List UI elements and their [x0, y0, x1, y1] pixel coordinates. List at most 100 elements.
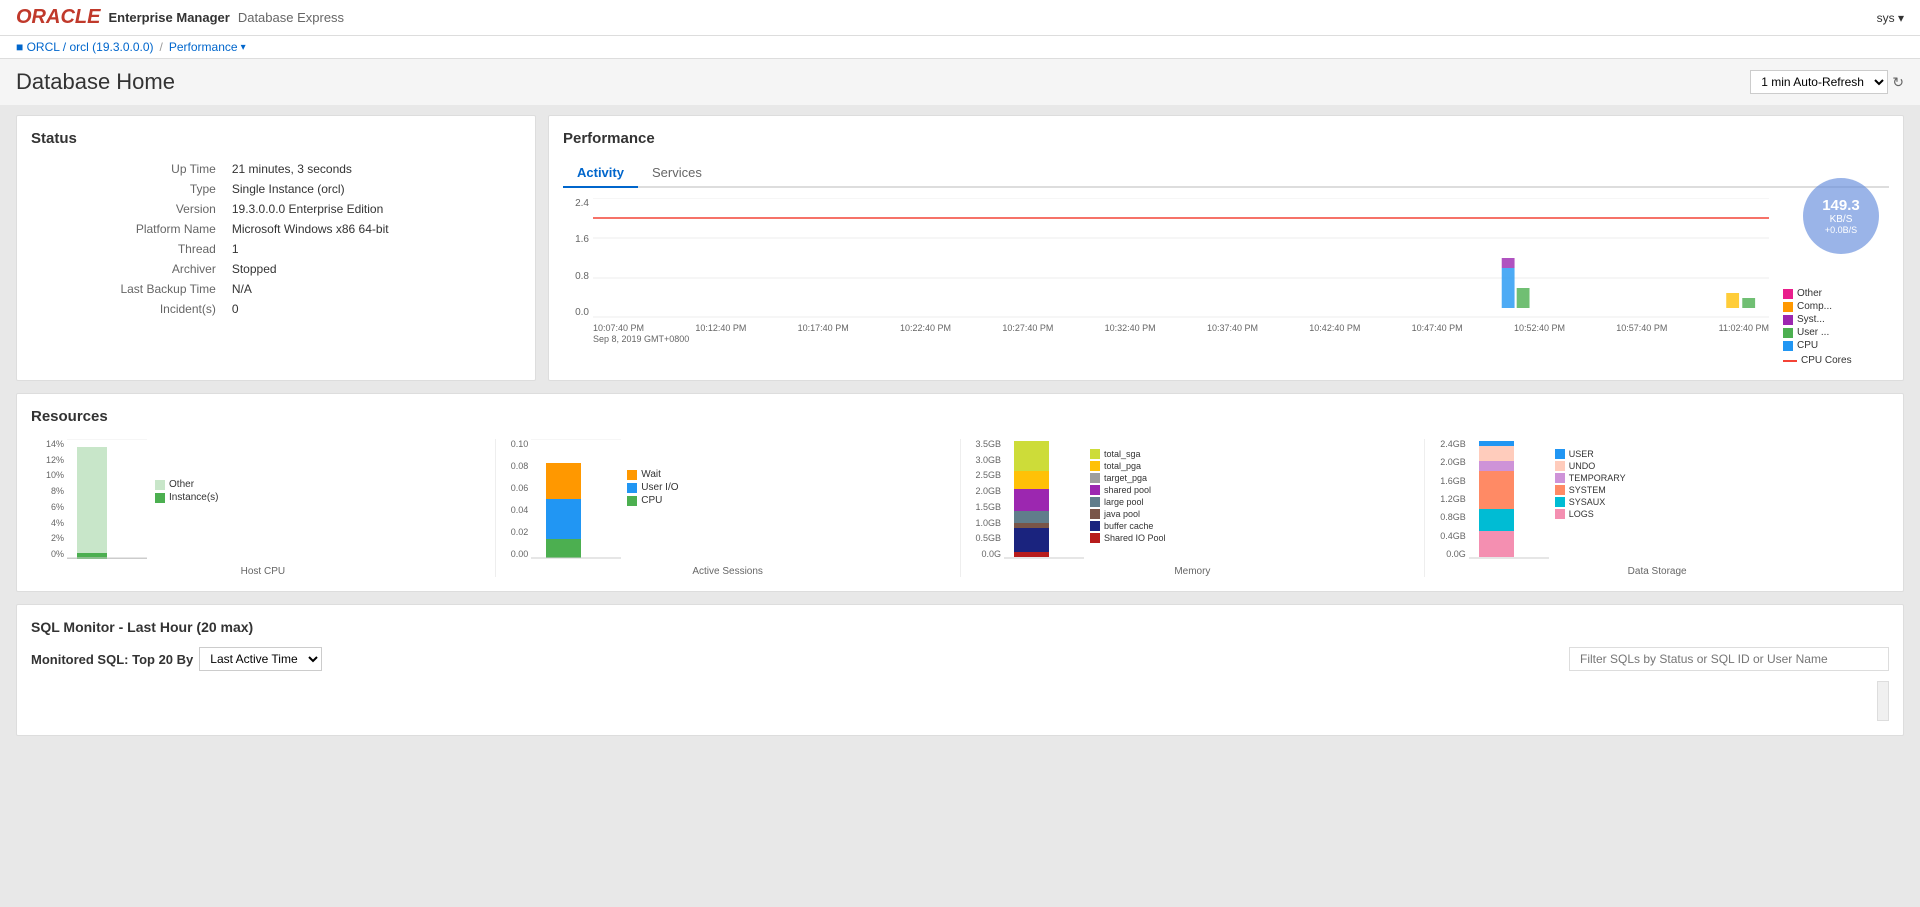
- legend-system: SYSTEM: [1555, 485, 1626, 495]
- mem-y-25: 2.5GB: [976, 470, 1002, 480]
- top20-label: Monitored SQL: Top 20 By: [31, 652, 193, 667]
- network-unit: KB/S: [1830, 214, 1853, 225]
- legend-item-comp: Comp...: [1783, 301, 1889, 312]
- memory-legend: total_sga total_pga target_pga shar: [1090, 449, 1166, 545]
- mem-y-10: 1.0GB: [976, 518, 1002, 528]
- y-label-0_8: 0.8: [563, 271, 589, 282]
- perf-x-labels: 10:07:40 PM 10:12:40 PM 10:17:40 PM 10:2…: [593, 323, 1769, 333]
- perf-legend-items: Other Comp... Syst... User ...: [1783, 288, 1889, 366]
- breadcrumb-performance[interactable]: Performance ▾: [169, 40, 246, 54]
- mem-label-largepool: large pool: [1104, 497, 1144, 507]
- tab-services[interactable]: Services: [638, 159, 716, 188]
- mem-y-05: 0.5GB: [976, 533, 1002, 543]
- x-label-11: 10:57:40 PM: [1616, 323, 1667, 333]
- stor-label-undo: UNDO: [1569, 461, 1596, 471]
- mem-color-targetpga: [1090, 473, 1100, 483]
- legend-temporary: TEMPORARY: [1555, 473, 1626, 483]
- status-value-thread: 1: [226, 239, 521, 259]
- legend-total-sga: total_sga: [1090, 449, 1166, 459]
- active-sessions-section: 0.10 0.08 0.06 0.04 0.02 0.00: [496, 439, 961, 577]
- status-label-archiver: Archiver: [31, 259, 226, 279]
- sessions-bar-svg: [531, 439, 621, 559]
- status-table: Up Time 21 minutes, 3 seconds Type Singl…: [31, 159, 521, 319]
- sql-monitor-title: SQL Monitor - Last Hour (20 max): [31, 619, 1889, 635]
- mem-label-targetpga: target_pga: [1104, 473, 1147, 483]
- status-label-thread: Thread: [31, 239, 226, 259]
- legend-undo: UNDO: [1555, 461, 1626, 471]
- sess-legend-label-userio: User I/O: [641, 482, 678, 493]
- stor-y-12: 1.2GB: [1440, 494, 1466, 504]
- legend-sysaux: SYSAUX: [1555, 497, 1626, 507]
- legend-large-pool: large pool: [1090, 497, 1166, 507]
- performance-tabs: Activity Services: [563, 159, 1889, 188]
- legend-other: Other: [155, 479, 218, 490]
- storage-bar-svg: [1469, 439, 1549, 559]
- table-row: Last Backup Time N/A: [31, 279, 521, 299]
- vertical-scrollbar[interactable]: [1877, 681, 1889, 721]
- mem-color-sharedpool: [1090, 485, 1100, 495]
- tab-activity[interactable]: Activity: [563, 159, 638, 188]
- refresh-control: 1 min Auto-Refresh ↻: [1750, 70, 1904, 94]
- top20-sort-select[interactable]: Last Active Time: [199, 647, 322, 671]
- legend-color-user: [1783, 328, 1793, 338]
- legend-color-other: [1783, 289, 1793, 299]
- legend-label-syst: Syst...: [1797, 314, 1825, 325]
- stor-y-00: 0.0G: [1440, 549, 1466, 559]
- mem-color-buffercache: [1090, 521, 1100, 531]
- sess-legend-label-wait: Wait: [641, 469, 661, 480]
- status-label-version: Version: [31, 199, 226, 219]
- stor-y-04: 0.4GB: [1440, 531, 1466, 541]
- user-menu[interactable]: sys ▾: [1877, 11, 1904, 25]
- stor-label-user: USER: [1569, 449, 1594, 459]
- cpu-cores-legend: CPU Cores: [1783, 355, 1889, 366]
- auto-refresh-select[interactable]: 1 min Auto-Refresh: [1750, 70, 1888, 94]
- status-label-type: Type: [31, 179, 226, 199]
- top-header: ORACLE Enterprise Manager Database Expre…: [0, 0, 1920, 36]
- breadcrumb-caret-icon: ▾: [241, 42, 246, 53]
- legend-instance: Instance(s): [155, 492, 218, 503]
- cpu-y-14: 14%: [46, 439, 64, 449]
- cpu-y-0: 0%: [46, 549, 64, 559]
- cpu-y-10: 10%: [46, 470, 64, 480]
- legend-color-cpu: [1783, 341, 1793, 351]
- top20-area: Monitored SQL: Top 20 By Last Active Tim…: [31, 647, 322, 671]
- mem-label-javapool: java pool: [1104, 509, 1140, 519]
- sess-y-010: 0.10: [511, 439, 529, 449]
- mem-color-sharedio: [1090, 533, 1100, 543]
- stor-y-08: 0.8GB: [1440, 512, 1466, 522]
- memory-section: 3.5GB 3.0GB 2.5GB 2.0GB 1.5GB 1.0GB 0.5G…: [961, 439, 1426, 577]
- sessions-chart-wrapper: 0.10 0.08 0.06 0.04 0.02 0.00: [511, 439, 945, 562]
- mem-label-sharedio: Shared IO Pool: [1104, 533, 1166, 543]
- legend-label-user: User ...: [1797, 327, 1829, 338]
- perf-chart-main: 10:07:40 PM 10:12:40 PM 10:17:40 PM 10:2…: [593, 198, 1769, 366]
- legend-color-comp: [1783, 302, 1793, 312]
- performance-card-title: Performance: [563, 130, 1889, 147]
- username: sys: [1877, 11, 1895, 25]
- stor-color-undo: [1555, 461, 1565, 471]
- host-cpu-section: 14% 12% 10% 8% 6% 4% 2% 0%: [31, 439, 496, 577]
- sessions-legend: Wait User I/O CPU: [627, 469, 678, 508]
- oracle-logo: ORACLE Enterprise Manager Database Expre…: [16, 6, 344, 29]
- mem-color-tsga: [1090, 449, 1100, 459]
- sess-legend-color-userio: [627, 483, 637, 493]
- storage-legend: USER UNDO TEMPORARY SYSTEM: [1555, 449, 1626, 521]
- status-value-incidents[interactable]: 0: [226, 299, 521, 319]
- legend-userio: User I/O: [627, 482, 678, 493]
- page-title-bar: Database Home 1 min Auto-Refresh ↻: [0, 59, 1920, 105]
- mem-y-20: 2.0GB: [976, 486, 1002, 496]
- legend-item-cpu: CPU: [1783, 340, 1889, 351]
- x-label-6: 10:32:40 PM: [1105, 323, 1156, 333]
- breadcrumb-db-link[interactable]: ■ ORCL / orcl (19.3.0.0.0): [16, 40, 154, 54]
- db-express-label: Database Express: [238, 10, 344, 25]
- refresh-icon[interactable]: ↻: [1892, 74, 1904, 91]
- cpu-chart-footer: Host CPU: [46, 566, 480, 577]
- table-row: Type Single Instance (orcl): [31, 179, 521, 199]
- sql-filter-input[interactable]: [1569, 647, 1889, 671]
- legend-logs: LOGS: [1555, 509, 1626, 519]
- table-row: Thread 1: [31, 239, 521, 259]
- stor-label-logs: LOGS: [1569, 509, 1594, 519]
- breadcrumb: ■ ORCL / orcl (19.3.0.0.0) / Performance…: [0, 36, 1920, 59]
- mem-label-buffercache: buffer cache: [1104, 521, 1153, 531]
- x-label-9: 10:47:40 PM: [1412, 323, 1463, 333]
- x-label-5: 10:27:40 PM: [1002, 323, 1053, 333]
